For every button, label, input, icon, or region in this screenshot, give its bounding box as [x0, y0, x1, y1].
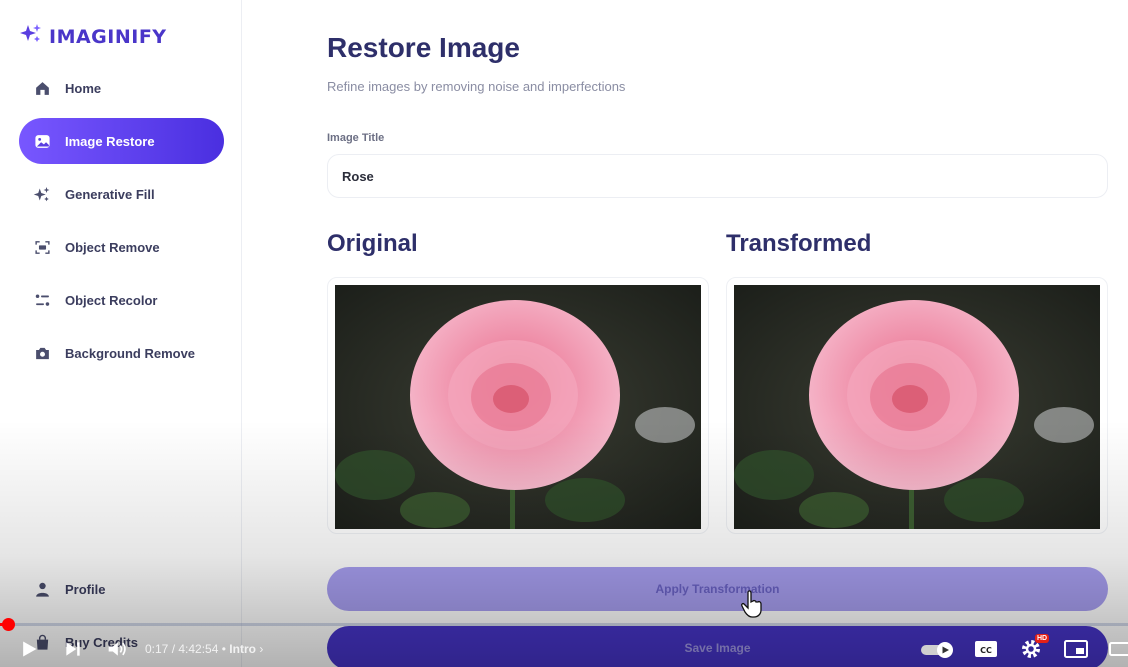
app-name: IMAGINIFY	[49, 25, 167, 48]
sparkles-icon	[33, 185, 51, 203]
hand-pointer-icon	[741, 590, 763, 623]
transformed-rose-image	[734, 285, 1100, 529]
progress-bar[interactable]	[0, 623, 1128, 626]
sidebar-item-label: Object Remove	[65, 239, 160, 255]
main-content: Restore Image Refine images by removing …	[243, 0, 1128, 667]
scrubber-handle[interactable]	[2, 618, 15, 631]
sidebar-item-image-restore[interactable]: Image Restore	[19, 118, 224, 164]
time-text: 0:17 / 4:42:54	[145, 642, 219, 656]
scan-icon	[33, 238, 51, 256]
original-heading: Original	[327, 230, 418, 257]
user-icon	[33, 580, 51, 598]
original-rose-image	[335, 285, 701, 529]
sparkle-logo-icon	[19, 22, 43, 51]
page-title: Restore Image	[327, 32, 520, 63]
sidebar-item-background-remove[interactable]: Background Remove	[19, 330, 224, 376]
original-image-card[interactable]	[327, 277, 709, 534]
miniplayer-icon[interactable]	[1064, 639, 1088, 659]
sidebar-item-profile[interactable]: Profile	[19, 566, 224, 612]
camera-icon	[33, 344, 51, 362]
sidebar-nav: Home Image Restore Generative Fill Objec…	[19, 65, 224, 383]
time-display: 0:17 / 4:42:54 • Intro ›	[145, 642, 263, 656]
sidebar-item-object-recolor[interactable]: Object Recolor	[19, 277, 224, 323]
home-icon	[33, 79, 51, 97]
autoplay-toggle-icon[interactable]	[921, 641, 955, 659]
apply-transformation-button[interactable]: Apply Transformation	[327, 567, 1108, 611]
logo[interactable]: IMAGINIFY	[19, 22, 167, 51]
chevron-right-icon[interactable]: ›	[259, 642, 263, 656]
chapter-label[interactable]: Intro	[229, 642, 256, 656]
separator-dot: •	[221, 642, 226, 656]
volume-icon[interactable]	[106, 639, 128, 659]
svg-text:CC: CC	[980, 646, 992, 655]
sidebar: IMAGINIFY Home Image Restore Generative …	[0, 0, 242, 667]
sidebar-item-label: Background Remove	[65, 345, 196, 361]
sidebar-item-generative-fill[interactable]: Generative Fill	[19, 171, 224, 217]
theater-mode-icon[interactable]	[1109, 639, 1128, 659]
player-controls: 0:17 / 4:42:54 • Intro › CC HD	[0, 632, 1128, 667]
sidebar-item-label: Object Recolor	[65, 292, 158, 308]
page-subtitle: Refine images by removing noise and impe…	[327, 79, 626, 94]
transformed-heading: Transformed	[726, 230, 872, 257]
image-title-input[interactable]: Rose	[327, 154, 1108, 198]
transformed-image-card[interactable]	[726, 277, 1108, 534]
sidebar-item-home[interactable]: Home	[19, 65, 224, 111]
sidebar-item-label: Image Restore	[65, 133, 155, 149]
image-title-label: Image Title	[327, 132, 385, 144]
filter-icon	[33, 291, 51, 309]
image-icon	[33, 132, 51, 150]
play-icon[interactable]	[19, 639, 39, 659]
next-icon[interactable]	[63, 639, 83, 659]
sidebar-item-label: Home	[65, 80, 102, 96]
captions-icon[interactable]: CC	[974, 639, 998, 659]
hd-badge: HD	[1035, 634, 1050, 643]
sidebar-item-label: Generative Fill	[65, 186, 155, 202]
sidebar-item-label: Profile	[65, 581, 106, 597]
sidebar-item-object-remove[interactable]: Object Remove	[19, 224, 224, 270]
